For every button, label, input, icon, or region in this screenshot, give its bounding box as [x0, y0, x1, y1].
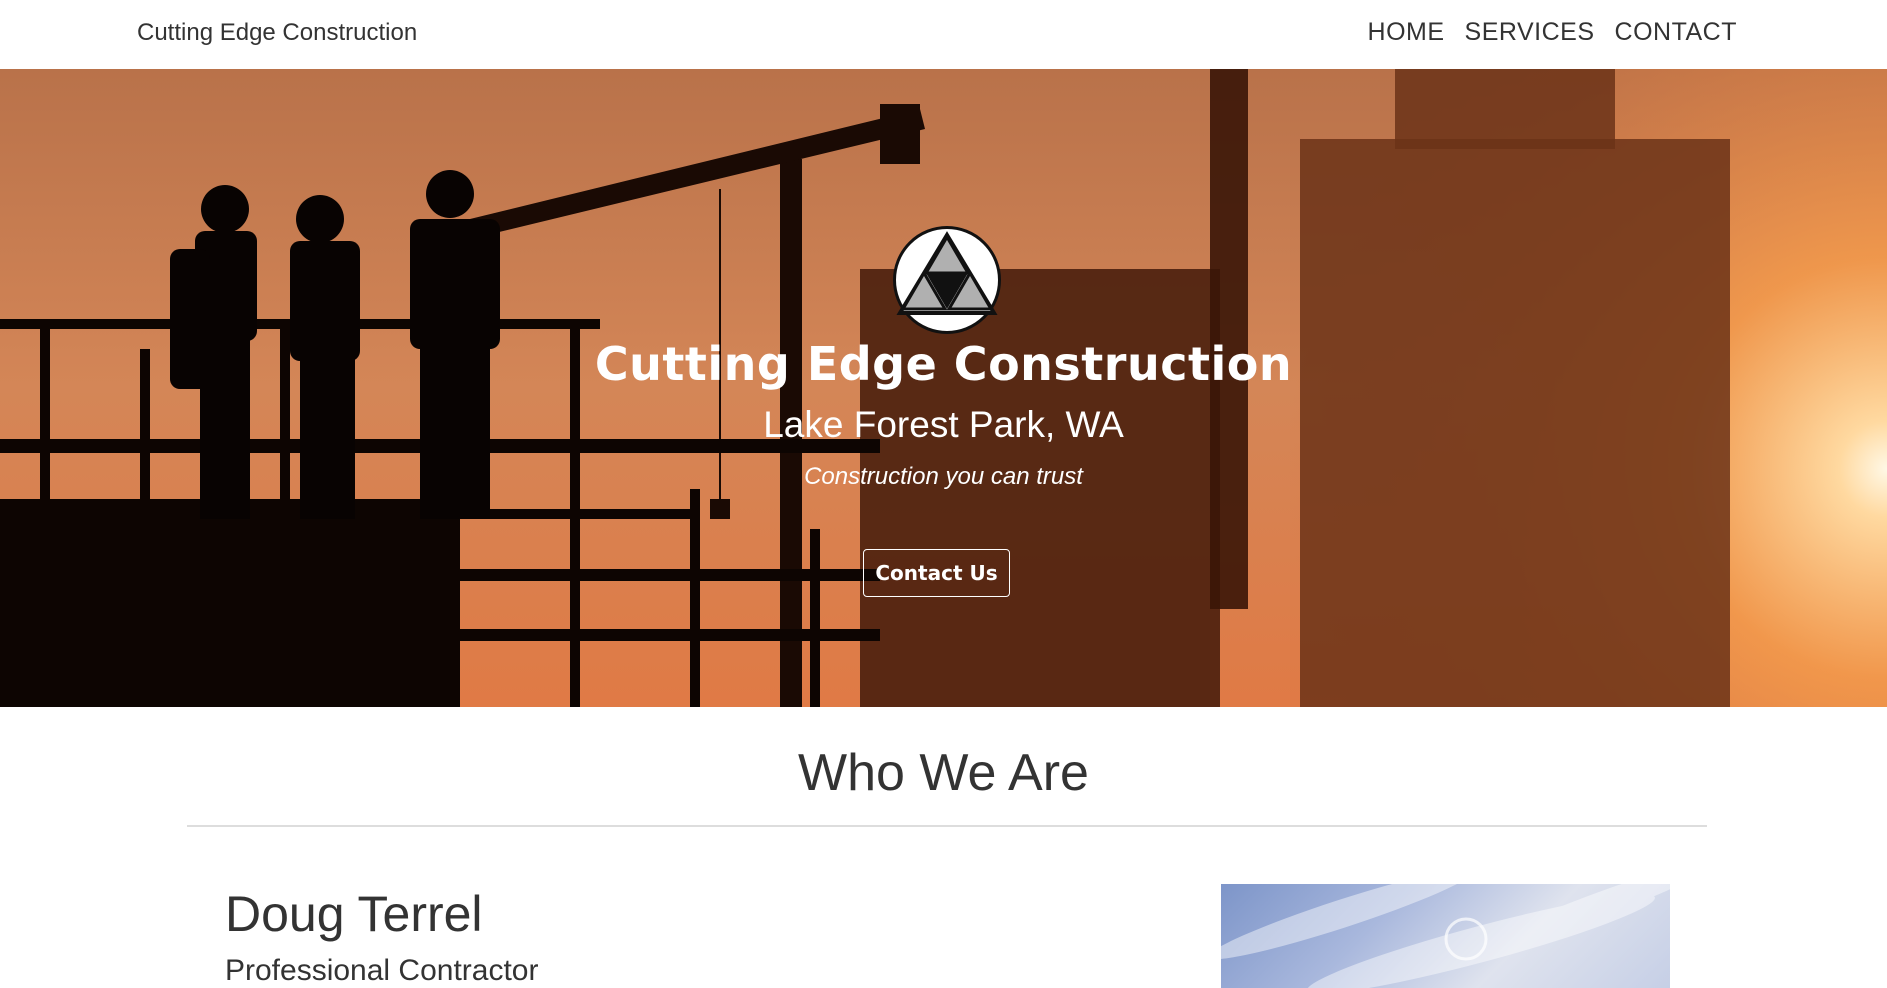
person-photo — [1221, 884, 1670, 988]
hero-tagline: Construction you can trust — [804, 463, 1083, 490]
top-navbar: Cutting Edge Construction HOME SERVICES … — [0, 0, 1887, 69]
nav-contact-link[interactable]: CONTACT — [1615, 18, 1737, 47]
main-nav: HOME SERVICES CONTACT — [1368, 18, 1737, 47]
hero-title: Cutting Edge Construction — [594, 337, 1293, 391]
contact-us-button[interactable]: Contact Us — [863, 549, 1010, 597]
divider — [187, 825, 1707, 827]
hero-banner: Cutting Edge Construction Lake Forest Pa… — [0, 69, 1887, 707]
person-name: Doug Terrel — [225, 886, 483, 942]
person-role: Professional Contractor — [225, 954, 539, 987]
hero-location: Lake Forest Park, WA — [763, 404, 1124, 445]
nav-services-link[interactable]: SERVICES — [1465, 18, 1595, 47]
nav-home-link[interactable]: HOME — [1368, 18, 1445, 47]
brand-link[interactable]: Cutting Edge Construction — [137, 19, 417, 47]
triangle-logo-icon — [893, 226, 1001, 334]
section-title: Who We Are — [798, 744, 1089, 802]
